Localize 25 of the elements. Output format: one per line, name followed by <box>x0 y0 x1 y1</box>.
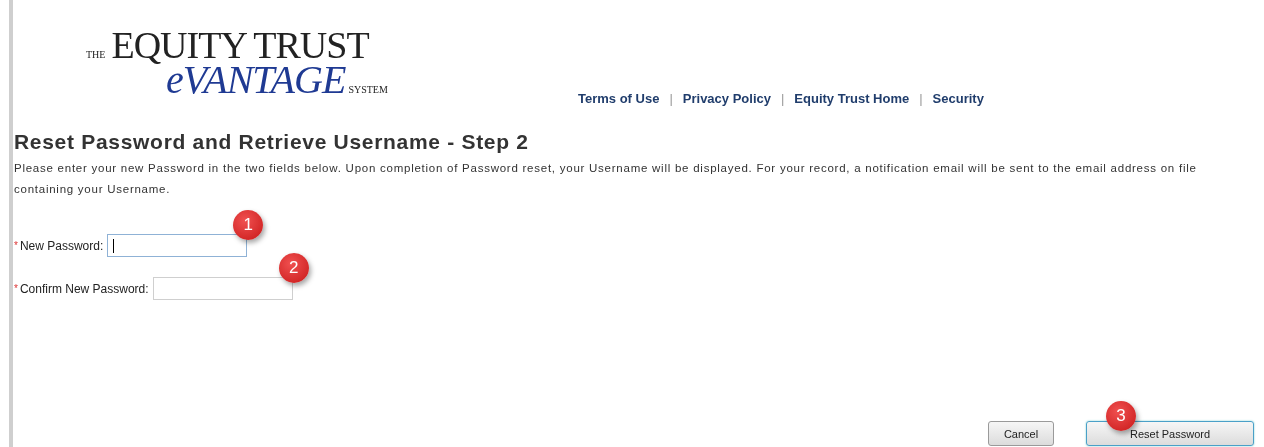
field-label: New Password: <box>19 238 104 253</box>
field-label: Confirm New Password: <box>19 281 149 296</box>
callout-number: 1 <box>233 210 264 240</box>
nav-link[interactable]: Security <box>932 91 984 106</box>
separator: | <box>669 91 673 106</box>
nav-link[interactable]: Terms of Use <box>578 91 660 106</box>
logo-prefix: THE <box>86 49 106 60</box>
nav-link[interactable]: Equity Trust Home <box>794 91 910 106</box>
callout-number: 2 <box>278 253 309 283</box>
text-cursor <box>113 238 115 253</box>
separator: | <box>780 91 785 106</box>
page-heading: Reset Password and Retrieve Username - Step 2 <box>14 130 530 154</box>
required-mark: * <box>14 240 18 251</box>
instructions: Please enter your new Password in the two fields below. Upon completion of Password reset, your Username will be displayed. For your record, a notification email will be sent to the email address on file containing your Username. <box>14 161 1198 197</box>
cancel-button[interactable]: Cancel <box>988 421 1054 446</box>
password-field[interactable] <box>107 234 248 257</box>
nav-link[interactable]: Privacy Policy <box>682 91 771 106</box>
logo-brand: eVANTAGE <box>166 62 346 98</box>
required-mark: * <box>14 283 18 294</box>
logo-name: EQUITY TRUST <box>111 28 369 62</box>
separator: | <box>919 91 923 106</box>
password-field[interactable] <box>152 277 293 300</box>
logo-suffix: SYSTEM <box>348 84 388 95</box>
reset-password-button[interactable]: Reset Password <box>1086 421 1254 446</box>
callout-number: 3 <box>1106 401 1136 431</box>
